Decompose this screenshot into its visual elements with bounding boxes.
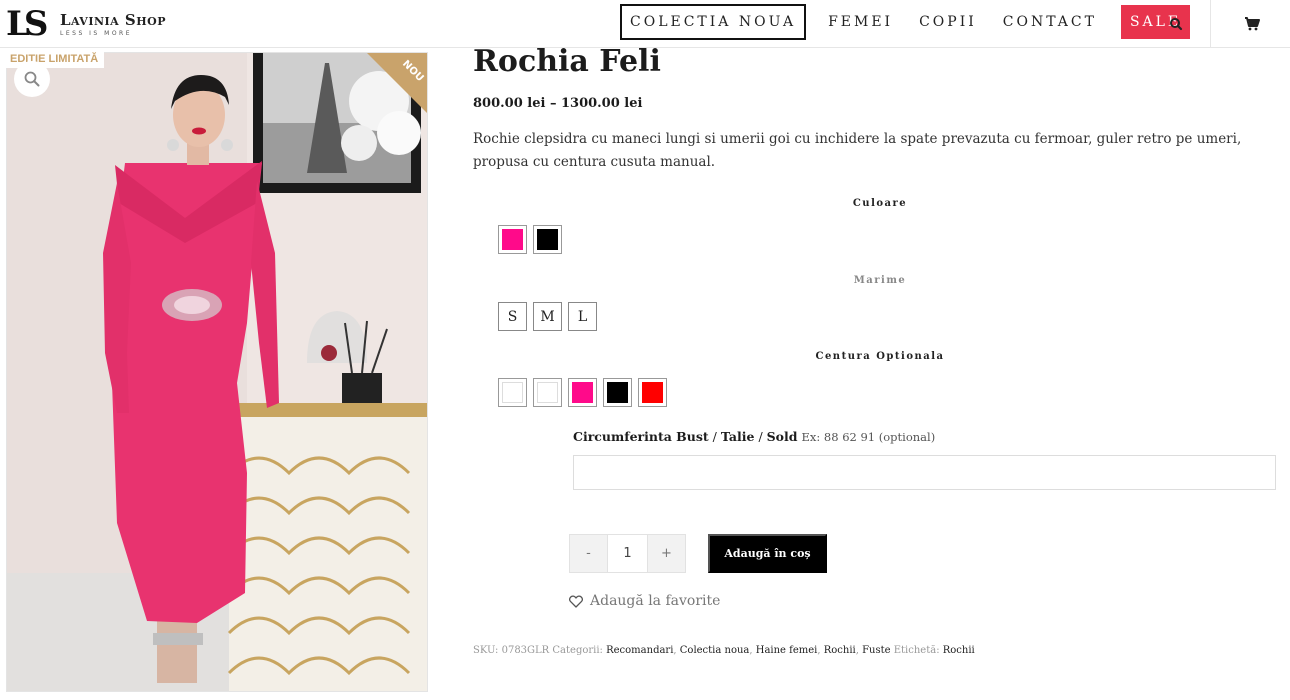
color-swatches (498, 225, 562, 254)
category-link[interactable]: Fuste (862, 645, 890, 656)
logo-tagline: LESS IS MORE (60, 30, 133, 37)
measurements-hint: Ex: 88 62 91 (optional) (801, 430, 936, 444)
tag-link[interactable]: Rochii (943, 645, 975, 656)
sku-label: SKU: (473, 645, 499, 656)
heart-icon (569, 594, 583, 608)
category-link[interactable]: Colectia noua (680, 645, 750, 656)
nav-item-contact[interactable]: CONTACT (1003, 4, 1097, 40)
color-swatch-black[interactable] (533, 225, 562, 254)
belt-swatch-white-1[interactable] (498, 378, 527, 407)
size-option-l[interactable]: L (568, 302, 597, 331)
categories-label: Categorii: (552, 645, 603, 656)
logo-name: Lavinia Shop (60, 11, 166, 29)
logo-mark: LS (6, 4, 48, 44)
sku-value: 0783GLR (501, 645, 550, 656)
product-price: 800.00 lei – 1300.00 lei (473, 96, 643, 111)
belt-swatch-red[interactable] (638, 378, 667, 407)
tag-label: Etichetă: (893, 645, 940, 656)
size-label: Marime (853, 275, 907, 286)
quantity-input[interactable]: 1 (608, 534, 647, 573)
product-meta: SKU: 0783GLR Categorii: Recomandari, Col… (473, 645, 975, 656)
zoom-icon[interactable] (14, 61, 50, 97)
quantity-minus-button[interactable]: - (569, 534, 608, 573)
cart-icon[interactable] (1238, 10, 1266, 38)
category-link[interactable]: Recomandari (606, 645, 673, 656)
add-to-favorites-link[interactable]: Adaugă la favorite (569, 593, 720, 609)
color-swatch-pink[interactable] (498, 225, 527, 254)
favorite-label: Adaugă la favorite (590, 593, 721, 609)
belt-swatch-white-2[interactable] (533, 378, 562, 407)
category-link[interactable]: Rochii (824, 645, 856, 656)
belt-swatch-black[interactable] (603, 378, 632, 407)
product-title: Rochia Feli (473, 44, 661, 79)
measurements-label: Circumferinta Bust / Talie / Sold Ex: 88… (573, 429, 936, 444)
category-link[interactable]: Haine femei (756, 645, 818, 656)
main-nav: COLECTIA NOUA FEMEI COPII CONTACT SALE (620, 4, 1191, 40)
nav-item-copii[interactable]: COPII (919, 4, 977, 40)
size-options: S M L (498, 302, 597, 331)
quantity-stepper: - 1 + (569, 534, 686, 573)
belt-label: Centura Optionala (815, 351, 945, 362)
product-description: Rochie clepsidra cu maneci lungi si umer… (473, 131, 1242, 170)
size-option-m[interactable]: M (533, 302, 562, 331)
site-logo[interactable]: LS Lavinia Shop LESS IS MORE (6, 4, 166, 44)
search-icon[interactable] (1162, 10, 1190, 38)
site-header: LS Lavinia Shop LESS IS MORE COLECTIA NO… (0, 0, 1290, 48)
belt-swatch-pink[interactable] (568, 378, 597, 407)
product-gallery[interactable]: NOU (6, 52, 428, 692)
measurements-input[interactable] (573, 455, 1276, 490)
nav-item-colectia-noua[interactable]: COLECTIA NOUA (620, 4, 807, 40)
belt-swatches (498, 378, 667, 407)
nav-item-femei[interactable]: FEMEI (828, 4, 893, 40)
add-to-cart-button[interactable]: Adaugă în coș (708, 534, 827, 573)
product-image: NOU (7, 53, 427, 691)
header-divider (1210, 0, 1211, 48)
size-option-s[interactable]: S (498, 302, 527, 331)
quantity-plus-button[interactable]: + (647, 534, 686, 573)
color-label: Culoare (852, 198, 908, 209)
